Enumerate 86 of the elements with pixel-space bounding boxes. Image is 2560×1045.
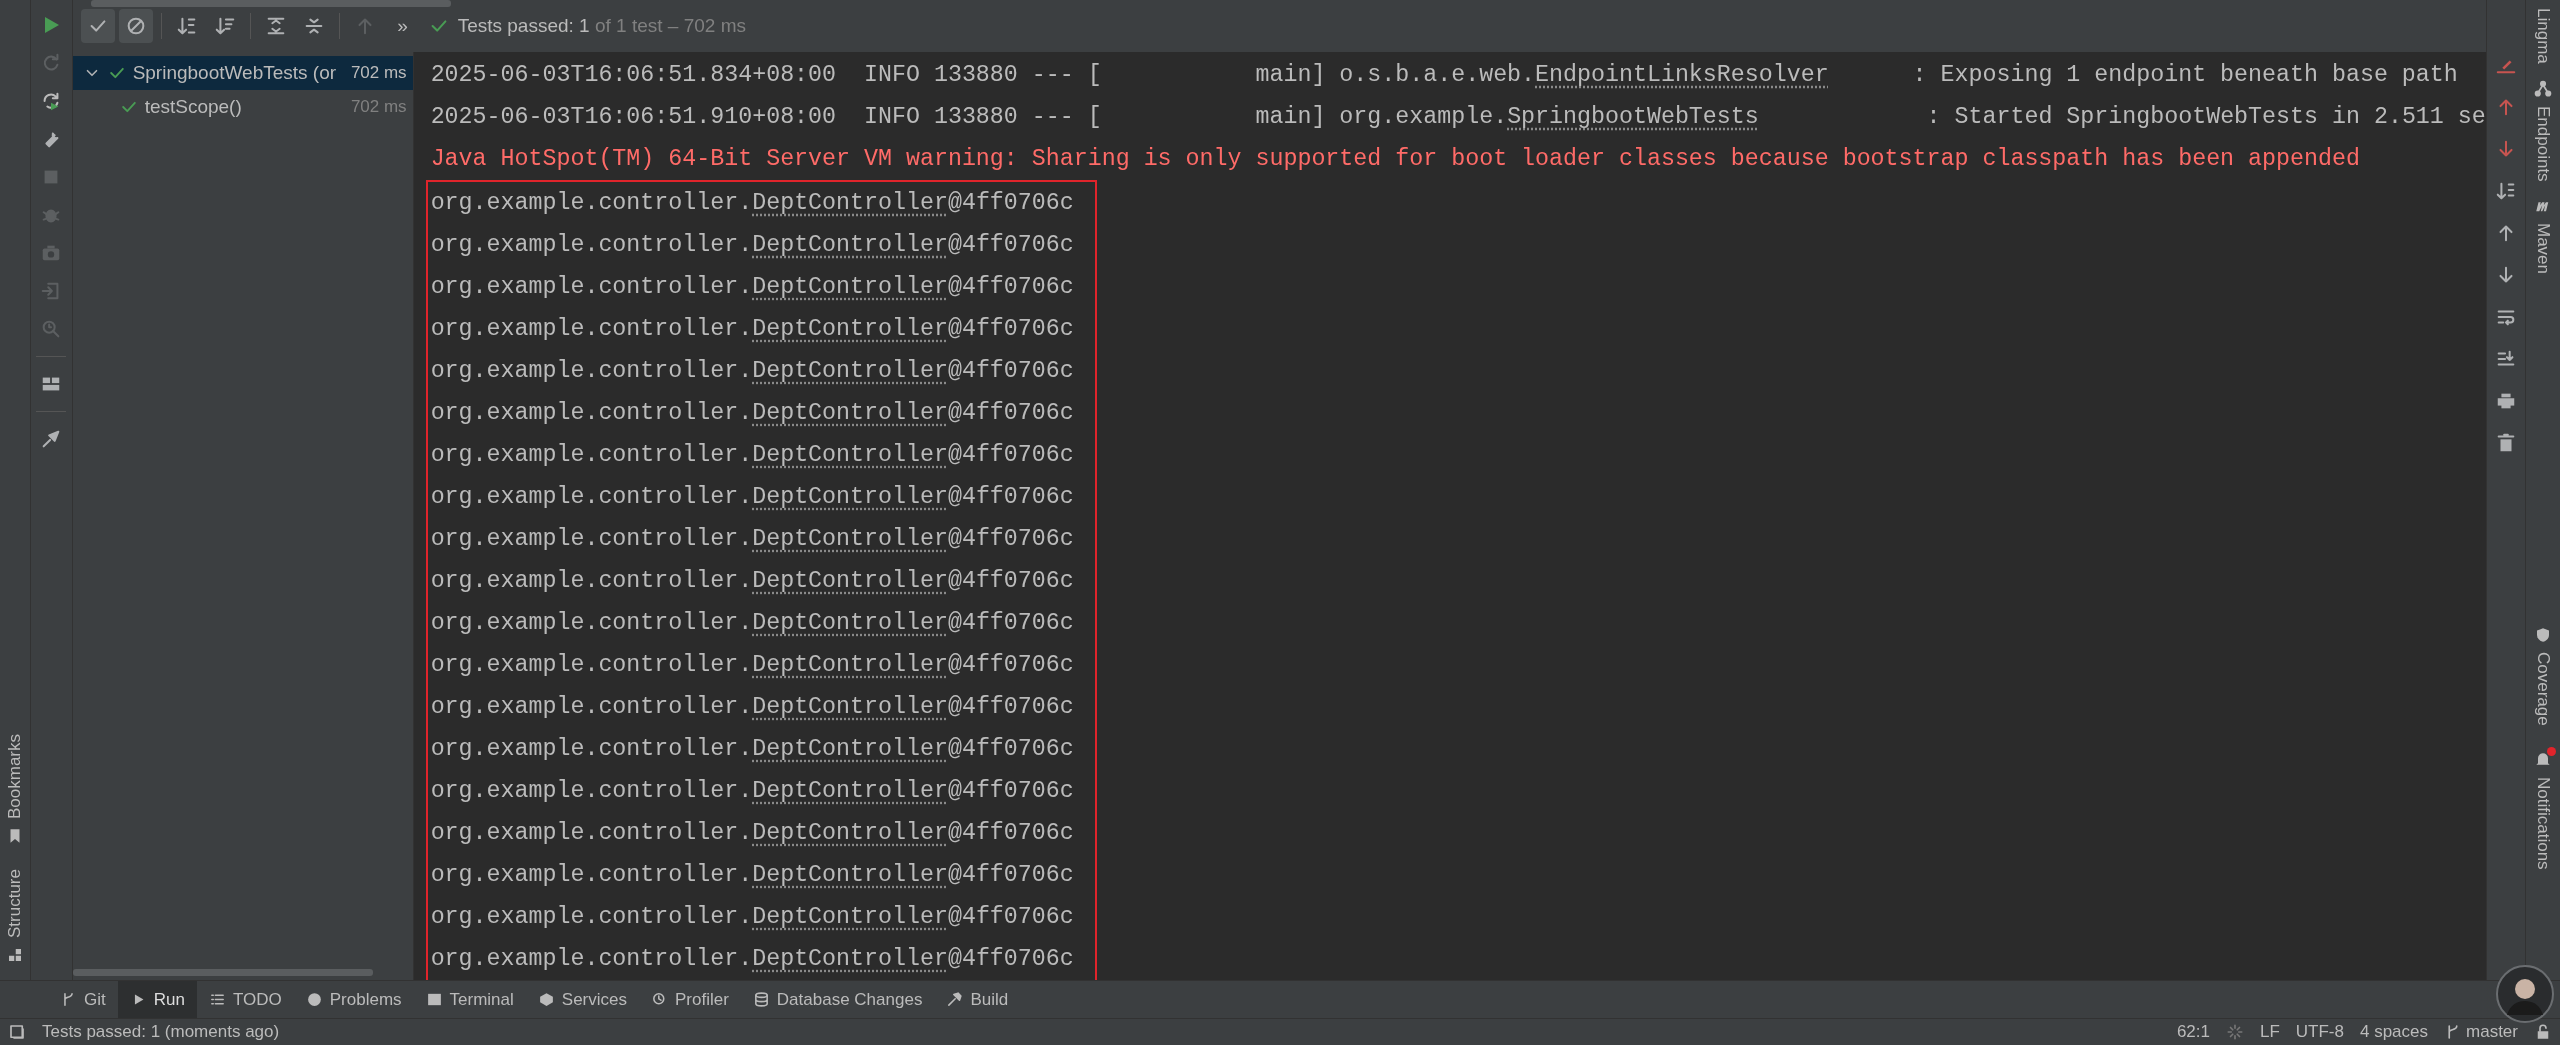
class-link[interactable]: DeptController: [752, 399, 948, 426]
test-name: testScope(): [144, 94, 242, 119]
problems-icon: [305, 991, 323, 1009]
console-line: org.example.controller.DeptController@4ff0706c: [430, 776, 1075, 806]
endpoints-icon: [2533, 79, 2552, 98]
test-duration: 702 ms: [350, 62, 407, 85]
class-link[interactable]: DeptController: [752, 903, 948, 930]
console-line: 2025-06-03T16:06:51.910+08:00 INFO 133880 --- [ main] org.example.SpringbootWebTests : Started SpringbootWebTests in 2.511 se: [430, 102, 2486, 132]
tool-window-tab[interactable]: Problems: [293, 980, 414, 1019]
console-line: org.example.controller.DeptController@4ff0706c: [430, 272, 1075, 302]
console-line: org.example.controller.DeptController@4ff0706c: [430, 524, 1075, 554]
tree-item[interactable]: SpringbootWebTests (or 702 ms: [72, 55, 413, 90]
console-line: org.example.controller.DeptController@4ff0706c: [430, 566, 1075, 596]
console-line: org.example.controller.DeptController@4ff0706c: [430, 860, 1075, 890]
structure-tab[interactable]: Structure: [2, 869, 28, 939]
test-name: SpringbootWebTests (or: [132, 60, 337, 85]
tree-item[interactable]: testScope() 702 ms: [72, 89, 413, 124]
class-link[interactable]: DeptController: [752, 777, 948, 804]
class-link[interactable]: DeptController: [752, 693, 948, 720]
console-line: org.example.controller.DeptController@4ff0706c: [430, 440, 1075, 470]
show-passed-button[interactable]: [80, 8, 115, 43]
console-line: org.example.controller.DeptController@4ff0706c: [430, 818, 1075, 848]
indent-setting[interactable]: 4 spaces: [2360, 1019, 2429, 1045]
class-link[interactable]: DeptController: [752, 189, 948, 216]
class-link[interactable]: DeptController: [752, 567, 948, 594]
class-link[interactable]: DeptController: [752, 357, 948, 384]
git-branch[interactable]: master: [2466, 1019, 2518, 1045]
class-link[interactable]: SpringbootWebTests: [1507, 103, 1759, 130]
sort-icon: [2494, 180, 2517, 202]
console-line: org.example.controller.DeptController@4ff0706c: [430, 734, 1075, 764]
scrollbar-thumb[interactable]: [90, 0, 451, 7]
console-line: org.example.controller.DeptController@4ff0706c: [430, 356, 1075, 386]
tool-window-tab[interactable]: Git: [48, 980, 118, 1019]
scrollbar-thumb[interactable]: [72, 969, 373, 977]
test-summary: Tests passed: 1 of 1 test – 702 ms: [457, 13, 746, 38]
show-ignored-button[interactable]: [118, 8, 153, 43]
class-link[interactable]: EndpointLinksResolver: [1535, 61, 1829, 88]
console-line: org.example.controller.DeptController@4ff0706c: [430, 398, 1075, 428]
warning-line: Java HotSpot(TM) 64-Bit Server VM warning: Sharing is only supported for boot loader classes because bootstrap classpath has been appended: [430, 144, 2361, 174]
test-duration: 702 ms: [350, 96, 407, 119]
console-line: org.example.controller.DeptController@4ff0706c: [430, 230, 1075, 260]
tool-window-tab[interactable]: Terminal: [413, 980, 526, 1019]
status-message: Tests passed: 1 (moments ago): [42, 1021, 280, 1044]
console-line: org.example.controller.DeptController@4ff0706c: [430, 692, 1075, 722]
hammer-icon: [946, 991, 964, 1009]
class-link[interactable]: DeptController: [752, 945, 948, 972]
class-link[interactable]: DeptController: [752, 273, 948, 300]
class-link[interactable]: DeptController: [752, 609, 948, 636]
class-link[interactable]: DeptController: [752, 651, 948, 678]
console-line: org.example.controller.DeptController@4ff0706c: [430, 314, 1075, 344]
class-link[interactable]: DeptController: [752, 315, 948, 342]
class-link[interactable]: DeptController: [752, 735, 948, 762]
tool-window-tab[interactable]: Services: [525, 980, 639, 1019]
console-line: org.example.controller.DeptController@4ff0706c: [430, 902, 1075, 932]
tool-window-tab[interactable]: TODO: [196, 980, 294, 1019]
console-line: org.example.controller.DeptController@4ff0706c: [430, 608, 1075, 638]
console-line: org.example.controller.DeptController@4ff0706c: [430, 482, 1075, 512]
console-line: 2025-06-03T16:06:51.834+08:00 INFO 133880 --- [ main] o.s.b.a.e.web.EndpointLinksResolver : Exposing 1 endpoint beneath base path: [430, 60, 2459, 90]
tool-window-tab[interactable]: Profiler: [639, 980, 741, 1019]
panel-toggle-icon[interactable]: [8, 1023, 26, 1041]
class-link[interactable]: DeptController: [752, 441, 948, 468]
services-icon: [537, 991, 555, 1009]
tool-window-tab[interactable]: Coverage: [2530, 651, 2556, 726]
line-separator[interactable]: LF: [2259, 1019, 2280, 1045]
tool-window-tab[interactable]: Notifications: [2530, 777, 2556, 871]
class-link[interactable]: DeptController: [752, 525, 948, 552]
class-link[interactable]: DeptController: [752, 231, 948, 258]
cursor-position[interactable]: 62:1: [2176, 1019, 2210, 1045]
tool-window-tab[interactable]: Database Changes: [740, 980, 935, 1019]
class-link[interactable]: DeptController: [752, 861, 948, 888]
console-line: org.example.controller.DeptController@4ff0706c: [430, 944, 1075, 974]
file-encoding[interactable]: UTF-8: [2295, 1019, 2344, 1045]
console-line: org.example.controller.DeptController@4ff0706c: [430, 188, 1075, 218]
class-link[interactable]: DeptController: [752, 819, 948, 846]
console-line: org.example.controller.DeptController@4ff0706c: [430, 650, 1075, 680]
tool-window-tab[interactable]: Maven: [2530, 223, 2556, 275]
tool-window-tab[interactable]: Endpoints: [2530, 105, 2556, 182]
class-link[interactable]: DeptController: [752, 483, 948, 510]
database-icon: [752, 991, 770, 1009]
loading-icon: [2225, 1023, 2244, 1041]
more-button[interactable]: »: [385, 8, 420, 43]
tool-window-tab[interactable]: Build: [934, 980, 1021, 1019]
avatar[interactable]: [2496, 965, 2554, 1023]
tool-window-tab[interactable]: Lingma: [2530, 8, 2556, 64]
tool-window-tab[interactable]: Run: [117, 980, 197, 1019]
bookmarks-tab[interactable]: Bookmarks: [2, 734, 28, 820]
